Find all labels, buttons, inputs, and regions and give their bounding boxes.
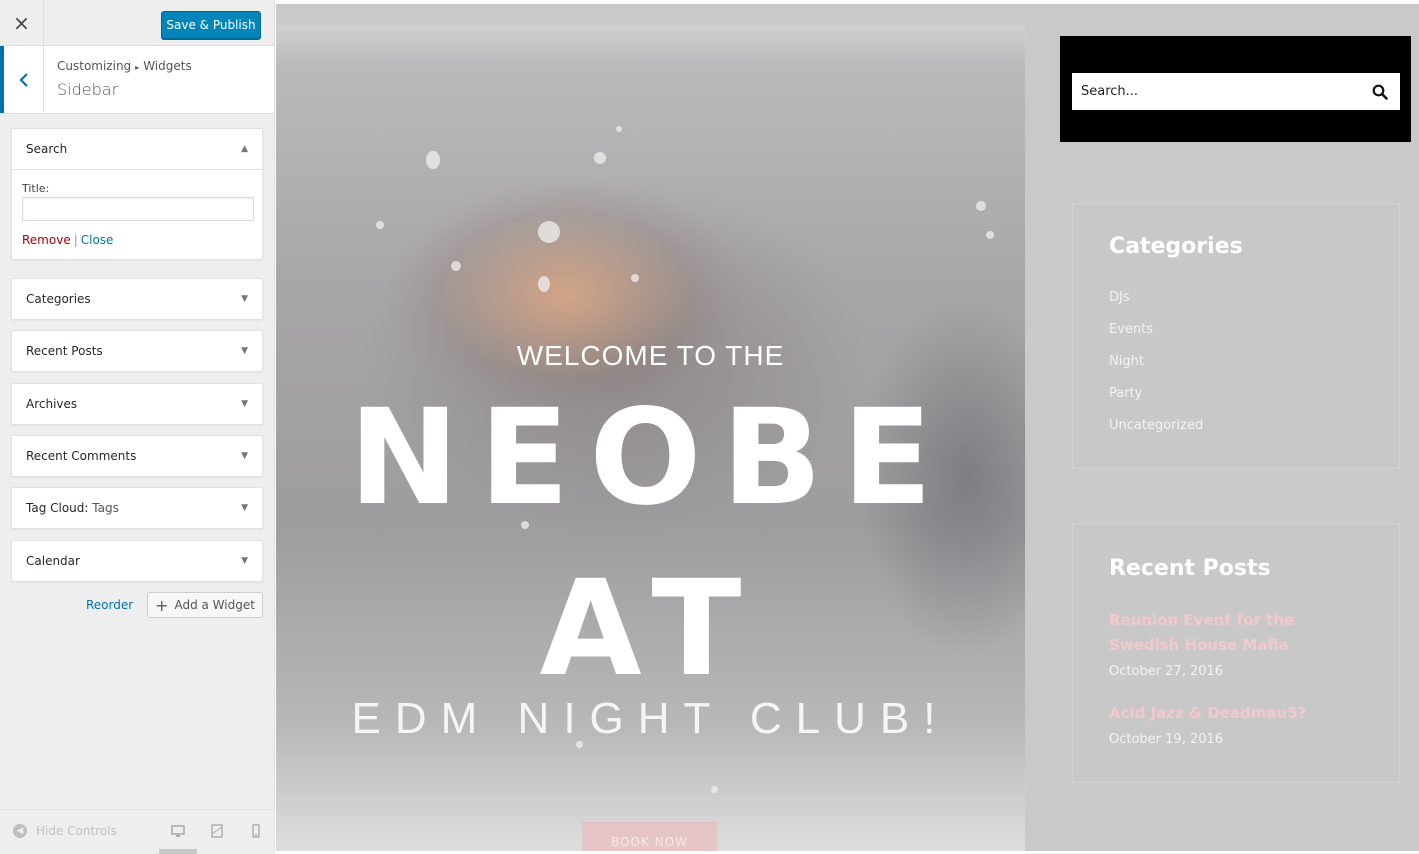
widget-header[interactable]: Categories ▼ xyxy=(12,279,262,319)
search-placeholder: Search... xyxy=(1081,84,1139,99)
collapse-icon: ◀ xyxy=(13,824,27,838)
chevron-left-icon xyxy=(18,72,28,87)
expand-arrow-icon[interactable]: ▼ xyxy=(241,451,248,461)
desktop-preview-icon[interactable] xyxy=(170,823,186,839)
site-preview: WELCOME TO THE NEOBE AT EDM NIGHT CLUB! … xyxy=(276,4,1419,851)
hero-tagline: EDM NIGHT CLUB! xyxy=(351,694,950,743)
active-device-indicator xyxy=(159,849,197,854)
reorder-link[interactable]: Reorder xyxy=(86,598,133,612)
pipe-separator: | xyxy=(73,233,78,247)
post-title-link[interactable]: Acid Jazz & Deadmau5? xyxy=(1109,701,1349,726)
widget-search: Search ▲ Title: Remove | Close xyxy=(11,128,263,260)
book-now-button[interactable]: BOOK NOW xyxy=(582,822,717,851)
widget-archives[interactable]: Archives ▼ xyxy=(11,383,263,425)
glitter-dot xyxy=(631,274,639,282)
glitter-dot xyxy=(451,261,461,271)
breadcrumb: Customizing ▸ Widgets xyxy=(57,59,192,73)
close-icon[interactable]: × xyxy=(0,0,44,45)
search-input[interactable]: Search... xyxy=(1072,73,1400,110)
widget-label: Archives xyxy=(26,397,78,411)
widget-header[interactable]: Recent Comments ▼ xyxy=(12,436,262,476)
hero-title-line1: NEOBE xyxy=(348,381,953,535)
add-widget-button[interactable]: + Add a Widget xyxy=(147,592,263,618)
search-icon[interactable] xyxy=(1372,84,1388,100)
customizer-header: × Save & Publish xyxy=(0,0,274,46)
category-link[interactable]: Uncategorized xyxy=(1109,418,1203,433)
recent-posts-title: Recent Posts xyxy=(1109,556,1271,581)
post-date: October 19, 2016 xyxy=(1109,732,1224,747)
categories-title: Categories xyxy=(1109,234,1243,259)
hide-controls-label: Hide Controls xyxy=(36,824,117,838)
glitter-dot xyxy=(616,126,622,132)
widget-header[interactable]: Tag Cloud: Tags ▼ xyxy=(12,488,262,528)
widget-search-header[interactable]: Search ▲ xyxy=(12,129,262,169)
search-widget-preview: Search... xyxy=(1060,36,1411,142)
hero-welcome-text: WELCOME TO THE xyxy=(516,340,785,371)
glitter-dot xyxy=(376,221,384,229)
widget-label: Calendar xyxy=(26,554,80,568)
glitter-dot xyxy=(976,201,986,211)
widget-label: Search xyxy=(26,142,68,156)
add-widget-label: Add a Widget xyxy=(174,598,255,612)
widget-recent-posts[interactable]: Recent Posts ▼ xyxy=(11,330,263,372)
section-header: Customizing ▸ Widgets Sidebar xyxy=(0,46,274,114)
recent-posts-widget-preview: Recent Posts Reunion Event for the Swedi… xyxy=(1072,523,1400,783)
plus-icon: + xyxy=(155,595,169,615)
close-link[interactable]: Close xyxy=(81,233,114,247)
widget-label: Categories xyxy=(26,292,91,306)
section-title: Sidebar xyxy=(57,80,119,99)
widget-label: Recent Comments xyxy=(26,449,137,463)
category-link[interactable]: DJs xyxy=(1109,290,1130,305)
tablet-preview-icon[interactable] xyxy=(209,823,225,839)
customizer-footer: ◀ Hide Controls xyxy=(0,809,275,854)
widget-header[interactable]: Calendar ▼ xyxy=(12,541,262,581)
glitter-dot xyxy=(538,221,560,243)
post-title-link[interactable]: Reunion Event for the Swedish House Mafi… xyxy=(1109,608,1349,658)
customizer-panel: × Save & Publish Customizing ▸ Widgets Sid… xyxy=(0,0,275,854)
hero-fade xyxy=(276,26,1025,66)
collapse-arrow-icon[interactable]: ▲ xyxy=(241,144,248,154)
glitter-dot xyxy=(538,276,550,292)
expand-arrow-icon[interactable]: ▼ xyxy=(241,556,248,566)
glitter-dot xyxy=(986,231,994,239)
title-field[interactable] xyxy=(22,197,254,221)
widget-calendar[interactable]: Calendar ▼ xyxy=(11,540,263,582)
widget-label: Tag Cloud: xyxy=(26,501,89,515)
category-link[interactable]: Night xyxy=(1109,354,1144,369)
category-link[interactable]: Party xyxy=(1109,386,1142,401)
glitter-dot xyxy=(711,786,718,793)
hero-title-line2: AT xyxy=(539,552,762,706)
widget-header[interactable]: Recent Posts ▼ xyxy=(12,331,262,371)
mobile-preview-icon[interactable] xyxy=(248,823,264,839)
widget-categories[interactable]: Categories ▼ xyxy=(11,278,263,320)
widget-actions: Remove | Close xyxy=(22,233,252,247)
expand-arrow-icon[interactable]: ▼ xyxy=(241,294,248,304)
breadcrumb-leaf: Widgets xyxy=(143,59,192,73)
hide-controls-button[interactable]: ◀ Hide Controls xyxy=(13,824,117,838)
expand-arrow-icon[interactable]: ▼ xyxy=(241,346,248,356)
widget-label: Recent Posts xyxy=(26,344,103,358)
categories-widget-preview: Categories DJs Events Night Party Uncate… xyxy=(1072,203,1400,469)
expand-arrow-icon[interactable]: ▼ xyxy=(241,503,248,513)
widget-sublabel: Tags xyxy=(92,501,119,515)
remove-link[interactable]: Remove xyxy=(22,233,71,247)
glitter-dot xyxy=(426,151,440,169)
glitter-dot xyxy=(594,152,606,164)
post-date: October 27, 2016 xyxy=(1109,664,1224,679)
widget-tag-cloud[interactable]: Tag Cloud: Tags ▼ xyxy=(11,487,263,529)
expand-arrow-icon[interactable]: ▼ xyxy=(241,399,248,409)
back-button[interactable] xyxy=(0,46,44,113)
breadcrumb-separator: ▸ xyxy=(135,63,140,72)
widget-search-form: Title: Remove | Close xyxy=(12,169,262,259)
title-label: Title: xyxy=(22,182,50,195)
category-link[interactable]: Events xyxy=(1109,322,1153,337)
widget-recent-comments[interactable]: Recent Comments ▼ xyxy=(11,435,263,477)
breadcrumb-root: Customizing xyxy=(57,59,132,73)
widget-header[interactable]: Archives ▼ xyxy=(12,384,262,424)
save-publish-button[interactable]: Save & Publish xyxy=(161,11,261,39)
